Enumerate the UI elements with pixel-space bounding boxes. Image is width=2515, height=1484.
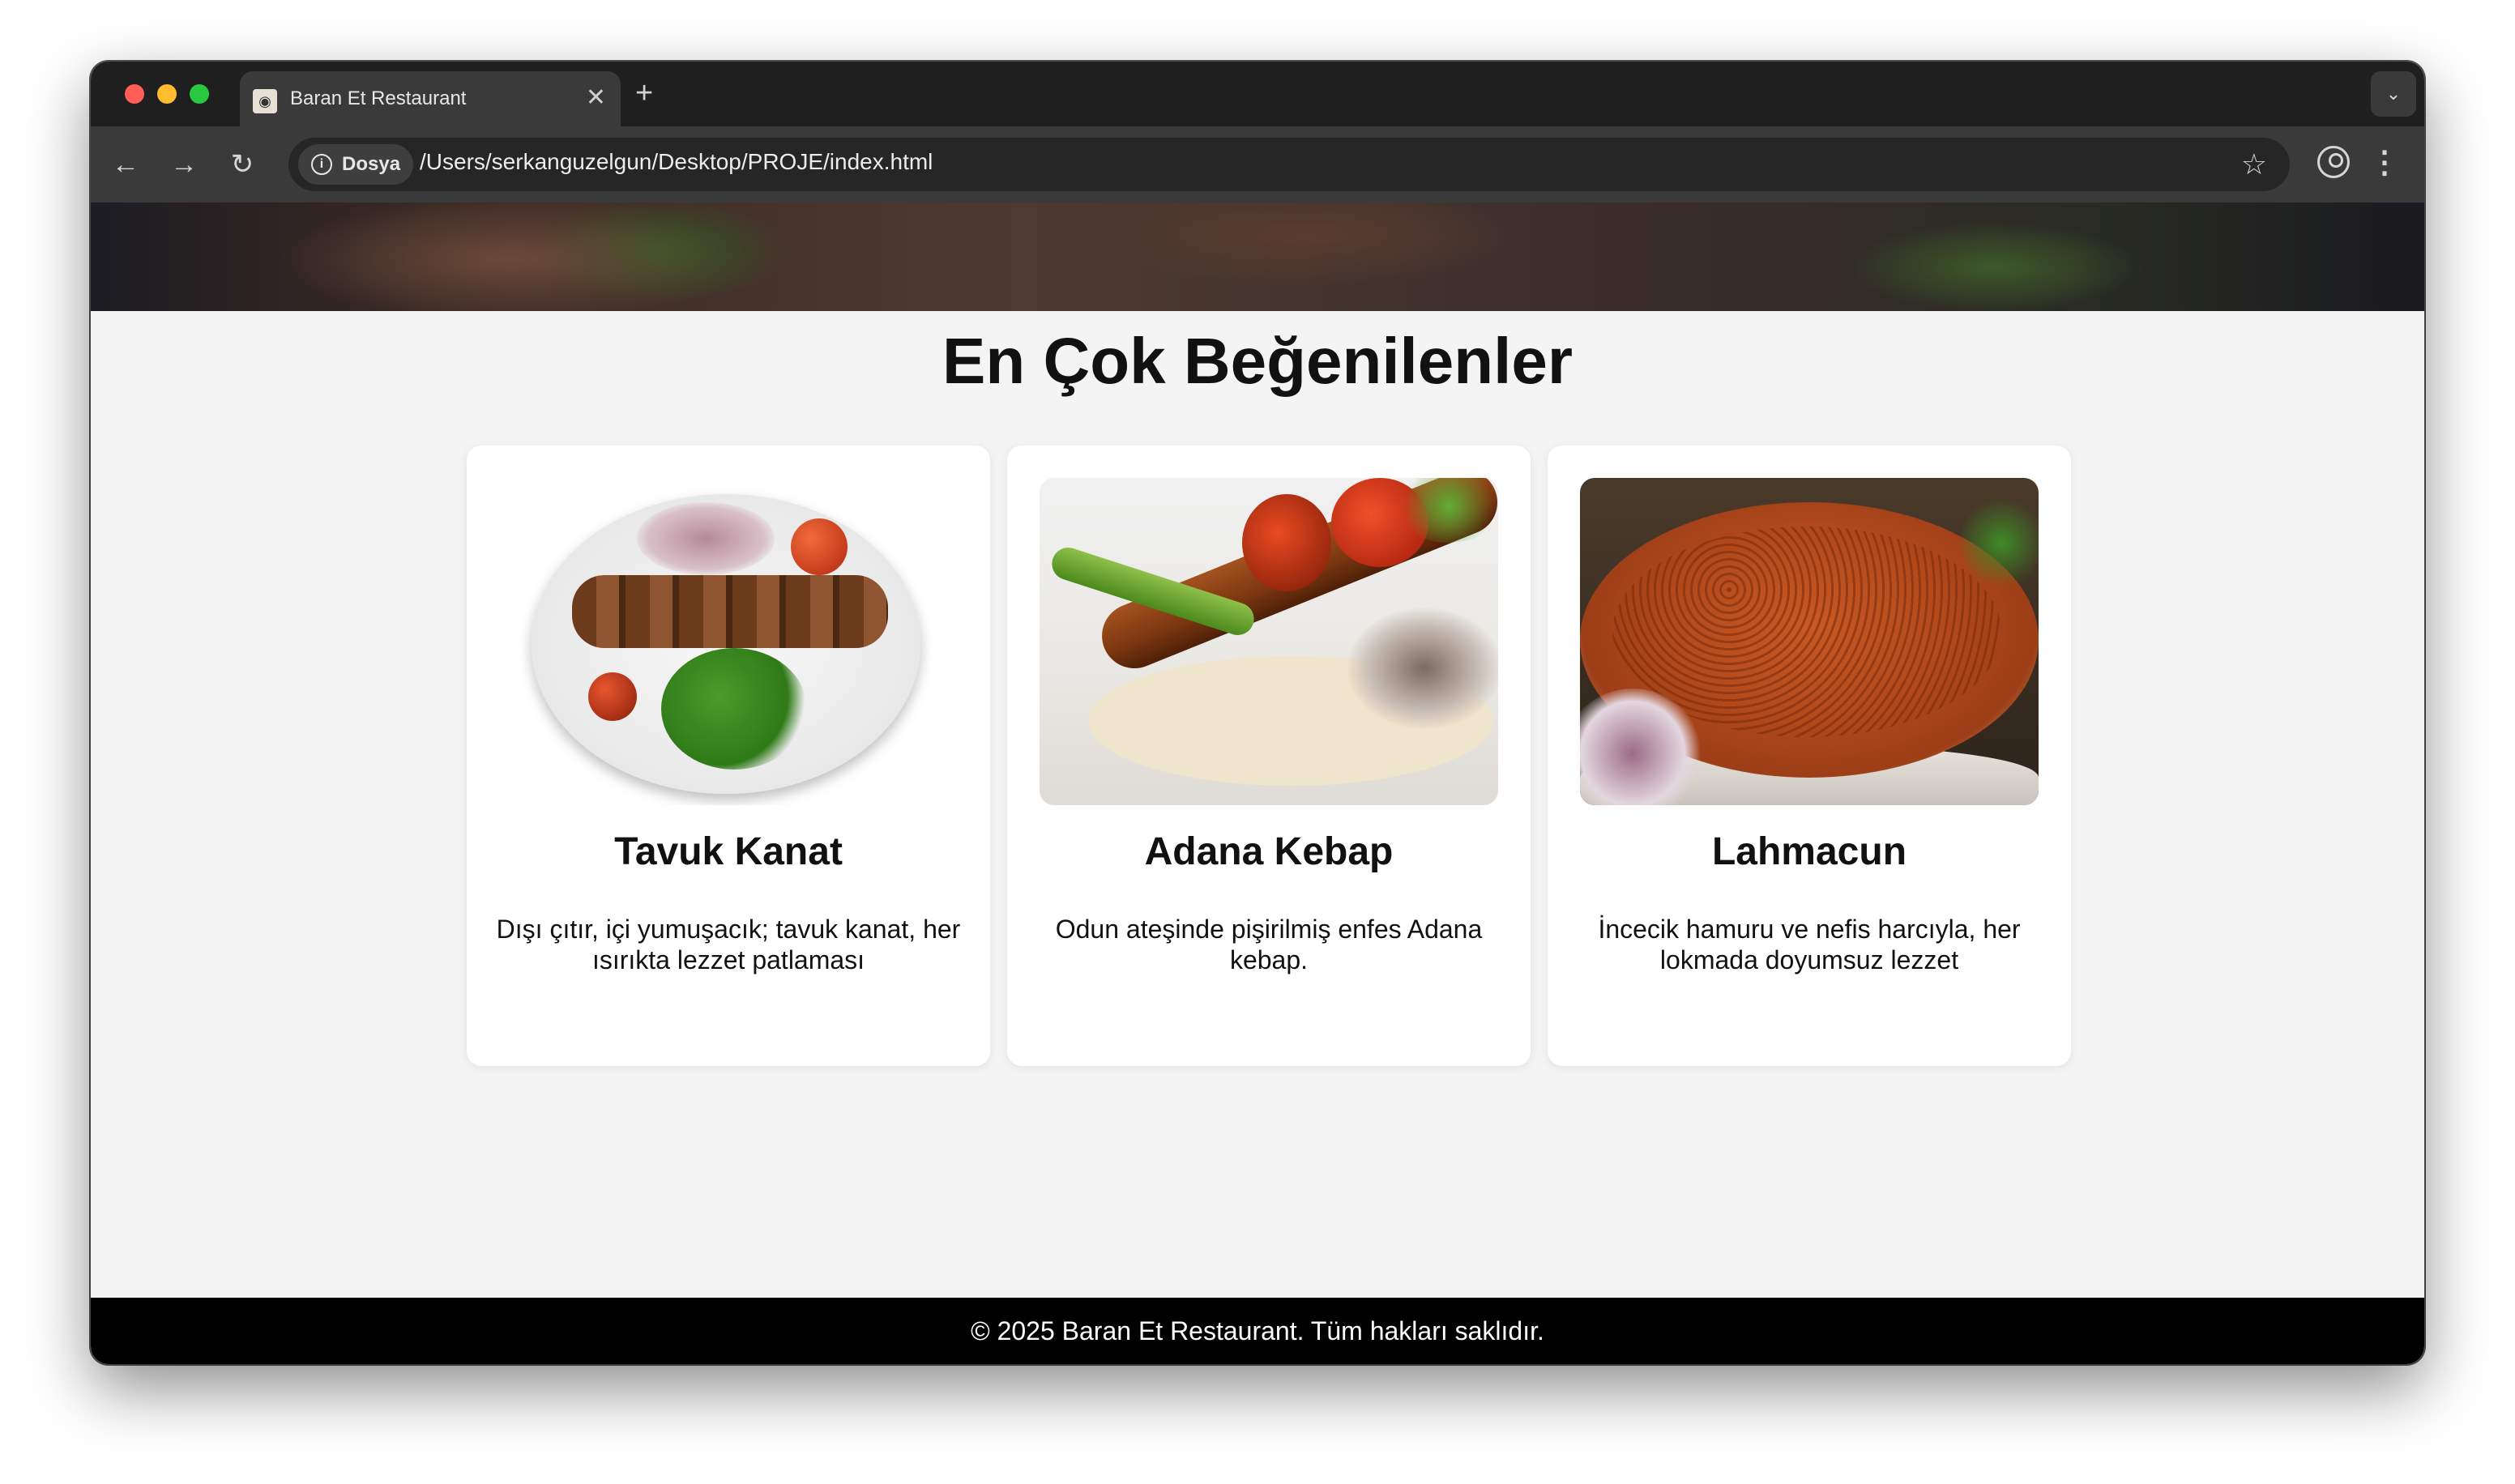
reload-icon[interactable]: ↻	[224, 146, 261, 183]
card-description: Odun ateşinde pişirilmiş enfes Adana keb…	[1055, 915, 1483, 974]
card-description: Dışı çıtır, içi yumuşacık; tavuk kanat, …	[496, 915, 961, 974]
new-tab-button[interactable]: +	[635, 76, 653, 110]
profile-icon[interactable]	[2317, 146, 2350, 178]
lahmacun-image	[1580, 478, 2039, 805]
hero-banner-image	[91, 203, 2424, 311]
title-bar: ◉ Baran Et Restaurant ✕ + ⌄	[91, 62, 2424, 126]
arrow-left-icon[interactable]: ←	[107, 146, 144, 183]
arrow-right-icon[interactable]: →	[165, 146, 203, 183]
minimize-window-button[interactable]	[157, 84, 177, 104]
site-info-chip[interactable]: i Dosya	[298, 144, 414, 185]
maximize-window-button[interactable]	[190, 84, 209, 104]
footer-copyright: © 2025 Baran Et Restaurant. Tüm hakları …	[91, 1298, 2424, 1364]
tab-baran-et-restaurant[interactable]: ◉ Baran Et Restaurant ✕	[240, 71, 621, 126]
browser-window: ◉ Baran Et Restaurant ✕ + ⌄ ← → ↻ i Dosy…	[91, 62, 2424, 1364]
adana-kebap-image	[1040, 478, 1498, 805]
info-icon: i	[311, 154, 332, 175]
card-title: Lahmacun	[1711, 830, 1907, 873]
section-title: En Çok Beğenilenler	[942, 325, 1573, 397]
close-window-button[interactable]	[125, 84, 144, 104]
tab-search-chevron-down-icon[interactable]: ⌄	[2371, 71, 2416, 117]
menu-card: Tavuk Kanat Dışı çıtır, içi yumuşacık; t…	[467, 446, 990, 1066]
favicon-icon: ◉	[253, 89, 277, 113]
tab-close-icon[interactable]: ✕	[586, 84, 606, 112]
tavuk-kanat-image	[499, 478, 958, 805]
card-title: Adana Kebap	[1144, 830, 1394, 873]
tab-title: Baran Et Restaurant	[290, 87, 467, 109]
address-toolbar: ← → ↻ i Dosya /Users/serkanguzelgun/Desk…	[91, 126, 2424, 203]
star-icon[interactable]: ☆	[2241, 144, 2267, 185]
card-description: İncecik hamuru ve nefis harcıyla, her lo…	[1598, 915, 2021, 974]
page-content: En Çok Beğenilenler Tavuk Kanat Dışı çıt…	[91, 203, 2424, 1364]
more-vert-icon[interactable]: ⋮	[2369, 144, 2400, 181]
url-text[interactable]: /Users/serkanguzelgun/Desktop/PROJE/inde…	[420, 149, 933, 175]
site-info-label: Dosya	[342, 153, 401, 175]
card-title: Tavuk Kanat	[614, 830, 843, 873]
address-bar[interactable]: i Dosya /Users/serkanguzelgun/Desktop/PR…	[288, 138, 2290, 191]
menu-card: Adana Kebap Odun ateşinde pişirilmiş enf…	[1007, 446, 1531, 1066]
menu-card: Lahmacun İncecik hamuru ve nefis harcıyl…	[1548, 446, 2071, 1066]
